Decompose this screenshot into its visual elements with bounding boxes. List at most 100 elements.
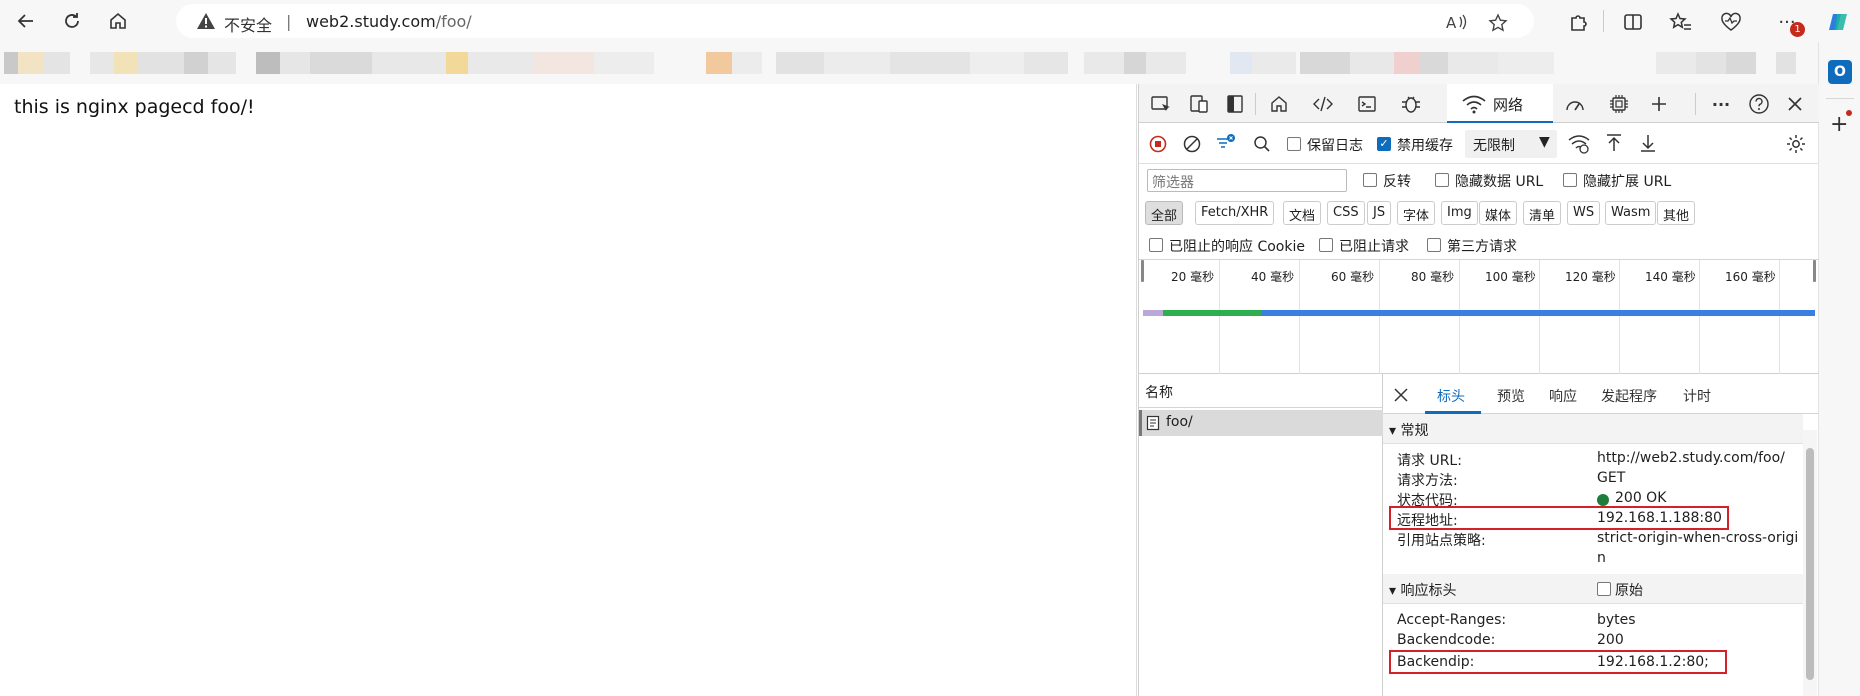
- disable-cache-checkbox[interactable]: ✓: [1377, 137, 1391, 151]
- bookmark-item[interactable]: [970, 52, 1024, 74]
- gear-icon[interactable]: [1785, 133, 1807, 155]
- tab-initiator[interactable]: 发起程序: [1601, 386, 1657, 406]
- raw-headers-label[interactable]: 原始: [1615, 580, 1643, 600]
- type-filter-font[interactable]: 字体: [1397, 201, 1436, 225]
- hide-extension-urls-checkbox[interactable]: [1563, 173, 1577, 187]
- bookmark-item[interactable]: [1498, 52, 1554, 74]
- bookmark-item[interactable]: [1696, 52, 1726, 74]
- favorite-star-icon[interactable]: [1488, 13, 1508, 33]
- blocked-requests-label[interactable]: 已阻止请求: [1339, 236, 1409, 256]
- blocked-cookies-checkbox[interactable]: [1149, 238, 1163, 252]
- hide-data-urls-checkbox[interactable]: [1435, 173, 1449, 187]
- type-filter-doc[interactable]: 文档: [1283, 201, 1322, 225]
- bookmark-item[interactable]: [114, 52, 138, 74]
- hide-data-urls-label[interactable]: 隐藏数据 URL: [1455, 171, 1543, 191]
- security-label[interactable]: 不安全: [224, 12, 272, 36]
- tab-console[interactable]: [1355, 92, 1379, 116]
- home-button[interactable]: [104, 7, 132, 35]
- bookmark-item[interactable]: [208, 52, 236, 74]
- bookmark-item[interactable]: [18, 52, 44, 74]
- bookmark-item[interactable]: [732, 52, 762, 74]
- type-filter-manifest[interactable]: 清单: [1523, 201, 1562, 225]
- response-headers-section-header[interactable]: ▾ 响应标头 原始: [1383, 574, 1803, 604]
- details-scrollbar-thumb[interactable]: [1806, 448, 1814, 680]
- tab-performance[interactable]: [1563, 92, 1587, 116]
- bookmark-item[interactable]: [1024, 52, 1068, 74]
- bookmark-item[interactable]: [1726, 52, 1756, 74]
- bookmark-item[interactable]: [1394, 52, 1420, 74]
- raw-headers-checkbox[interactable]: [1597, 582, 1611, 596]
- timeline-overview[interactable]: 20 毫秒 40 毫秒 60 毫秒 80 毫秒 100 毫秒 120 毫秒 14…: [1139, 260, 1819, 374]
- bookmark-item[interactable]: [468, 52, 534, 74]
- type-filter-other[interactable]: 其他: [1657, 201, 1696, 225]
- bookmark-item[interactable]: [372, 52, 446, 74]
- type-filter-ws[interactable]: WS: [1567, 201, 1601, 225]
- bookmark-item[interactable]: [594, 52, 654, 74]
- preserve-log-checkbox[interactable]: [1287, 137, 1301, 151]
- bookmark-item[interactable]: [824, 52, 890, 74]
- clear-icon[interactable]: [1183, 135, 1201, 153]
- bookmark-item[interactable]: [1146, 52, 1186, 74]
- refresh-button[interactable]: [58, 7, 86, 35]
- timeline-right-handle[interactable]: [1813, 260, 1816, 282]
- url-text[interactable]: web2.study.com/foo/: [306, 12, 472, 31]
- blocked-cookies-label[interactable]: 已阻止的响应 Cookie: [1169, 236, 1305, 256]
- bookmark-item[interactable]: [1448, 52, 1498, 74]
- tab-sources[interactable]: [1399, 92, 1423, 116]
- filter-icon[interactable]: [1215, 133, 1237, 153]
- timeline-left-handle[interactable]: [1141, 260, 1144, 282]
- close-icon[interactable]: [1393, 387, 1409, 403]
- name-column-header[interactable]: 名称: [1139, 374, 1383, 408]
- bookmark-item[interactable]: [890, 52, 970, 74]
- hide-extension-urls-label[interactable]: 隐藏扩展 URL: [1583, 171, 1671, 191]
- bookmark-item[interactable]: [1350, 52, 1394, 74]
- invert-label[interactable]: 反转: [1383, 171, 1411, 191]
- bookmark-item[interactable]: [280, 52, 310, 74]
- bookmark-item[interactable]: [90, 52, 114, 74]
- bookmark-item[interactable]: [1420, 52, 1448, 74]
- type-filter-js[interactable]: JS: [1367, 201, 1392, 225]
- disable-cache-label[interactable]: 禁用缓存: [1397, 135, 1453, 155]
- add-sidebar-app-icon[interactable]: +: [1830, 112, 1848, 137]
- bookmark-item[interactable]: [1776, 52, 1796, 74]
- performance-button[interactable]: [1718, 9, 1744, 35]
- more-tools-button[interactable]: [1647, 92, 1671, 116]
- tab-network[interactable]: 网络: [1447, 84, 1553, 123]
- tab-headers[interactable]: 标头: [1437, 386, 1465, 406]
- tab-elements[interactable]: [1311, 92, 1335, 116]
- network-conditions-icon[interactable]: [1567, 133, 1591, 155]
- third-party-label[interactable]: 第三方请求: [1447, 236, 1517, 256]
- split-screen-button[interactable]: [1620, 9, 1646, 35]
- help-button[interactable]: [1747, 92, 1771, 116]
- tab-memory[interactable]: [1607, 92, 1631, 116]
- bookmark-item[interactable]: [1656, 52, 1696, 74]
- bookmark-item[interactable]: [4, 52, 18, 74]
- devtools-menu-button[interactable]: ···: [1709, 92, 1733, 116]
- tab-welcome[interactable]: [1267, 92, 1291, 116]
- bookmark-item[interactable]: [1124, 52, 1146, 74]
- preserve-log-label[interactable]: 保留日志: [1307, 135, 1363, 155]
- tab-timing[interactable]: 计时: [1683, 386, 1711, 406]
- general-section-header[interactable]: ▾ 常规: [1383, 414, 1803, 444]
- export-har-icon[interactable]: [1639, 133, 1657, 153]
- bookmark-item[interactable]: [776, 52, 824, 74]
- device-emulation-button[interactable]: [1187, 92, 1211, 116]
- inspect-element-button[interactable]: [1149, 92, 1173, 116]
- tab-preview[interactable]: 预览: [1497, 386, 1525, 406]
- copilot-button[interactable]: [1826, 9, 1852, 35]
- bookmark-item[interactable]: [534, 52, 594, 74]
- close-devtools-button[interactable]: [1783, 92, 1807, 116]
- bookmark-item[interactable]: [1300, 52, 1350, 74]
- bookmark-item[interactable]: [184, 52, 208, 74]
- bookmark-item[interactable]: [256, 52, 280, 74]
- bookmark-item[interactable]: [446, 52, 468, 74]
- record-stop-icon[interactable]: [1149, 135, 1167, 153]
- bookmark-item[interactable]: [44, 52, 70, 74]
- invert-checkbox[interactable]: [1363, 173, 1377, 187]
- type-filter-wasm[interactable]: Wasm: [1605, 201, 1657, 225]
- back-button[interactable]: [12, 7, 40, 35]
- bookmark-item[interactable]: [310, 52, 372, 74]
- request-row[interactable]: foo/: [1139, 410, 1383, 436]
- type-filter-media[interactable]: 媒体: [1479, 201, 1518, 225]
- tab-response[interactable]: 响应: [1549, 386, 1577, 406]
